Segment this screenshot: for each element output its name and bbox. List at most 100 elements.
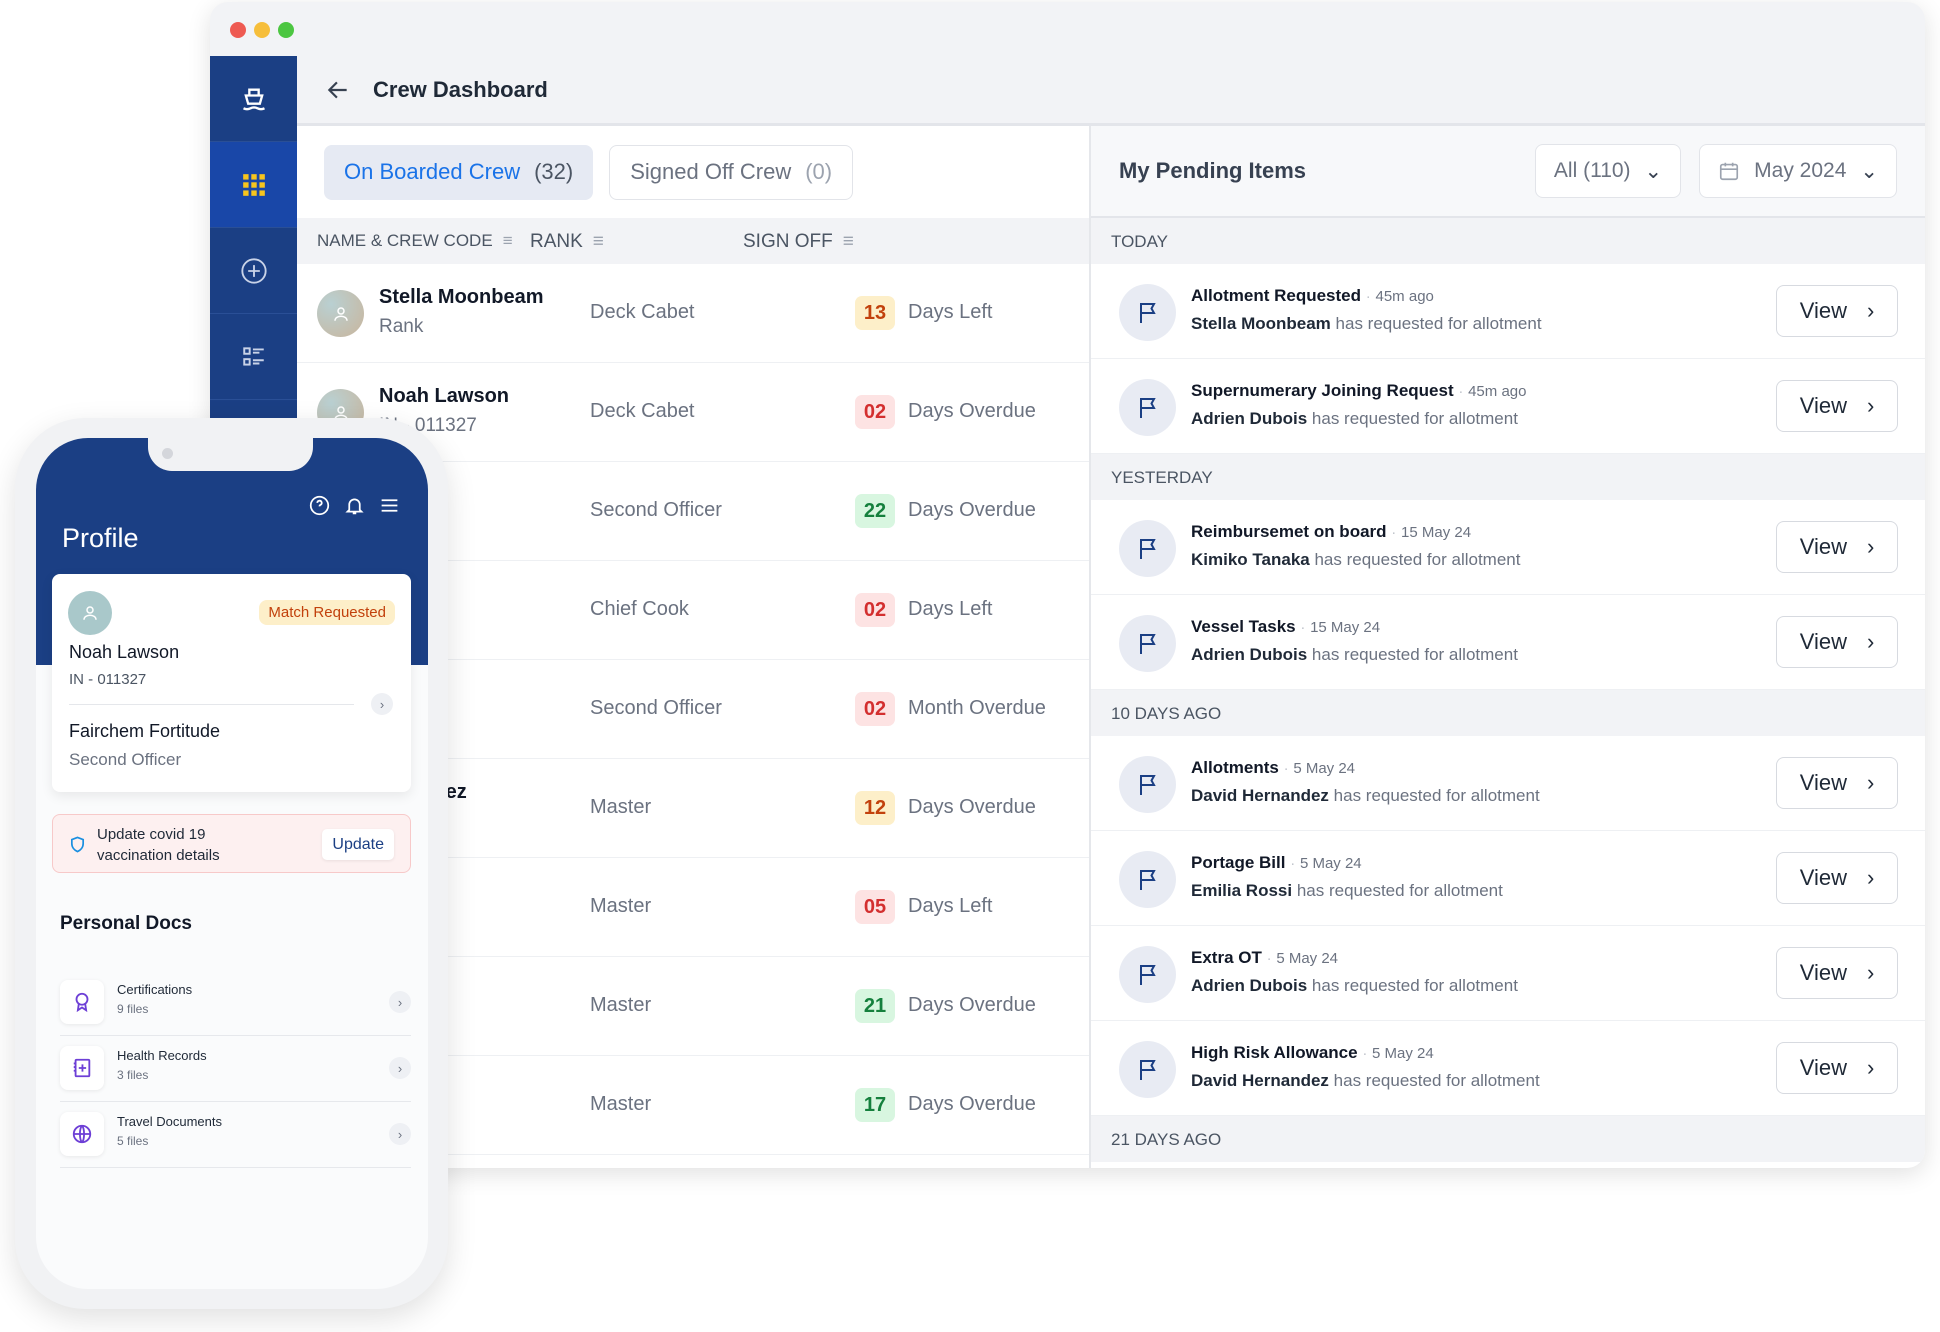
view-label: View bbox=[1799, 629, 1847, 654]
crew-rank: Deck Cabet bbox=[590, 400, 695, 422]
column-label: SIGN OFF bbox=[743, 231, 833, 252]
item-time: 5 May 24 bbox=[1299, 855, 1362, 872]
flag-icon bbox=[1119, 851, 1176, 908]
item-description: has requested for allotment bbox=[1333, 1071, 1540, 1090]
filter-icon[interactable]: ≡ bbox=[843, 231, 854, 253]
view-button[interactable]: View › bbox=[1776, 947, 1898, 999]
filter-dropdown[interactable]: All (110) ⌄ bbox=[1534, 144, 1682, 198]
item-time: 5 May 24 bbox=[1293, 760, 1356, 777]
chevron-right-icon[interactable]: › bbox=[389, 1123, 411, 1145]
sidebar-item-add[interactable] bbox=[210, 228, 297, 314]
chevron-right-icon[interactable]: › bbox=[371, 693, 393, 715]
tab-count: (0) bbox=[805, 159, 833, 184]
list-icon bbox=[242, 346, 264, 366]
app-window: Crew Dashboard On Boarded Crew (32) Signe… bbox=[210, 2, 1925, 1168]
item-description: has requested for allotment bbox=[1296, 881, 1503, 900]
item-time: 5 May 24 bbox=[1372, 1045, 1434, 1062]
column-header-name[interactable]: NAME & CREW CODE ≡ bbox=[317, 231, 513, 251]
flag-icon bbox=[1119, 284, 1176, 341]
sign-off-count-badge: 17 bbox=[855, 1088, 895, 1122]
help-icon[interactable] bbox=[309, 495, 330, 516]
item-time: 15 May 24 bbox=[1401, 524, 1472, 541]
close-window-button[interactable] bbox=[230, 22, 246, 38]
avatar bbox=[68, 591, 112, 635]
sidebar-item-vessel[interactable] bbox=[210, 56, 297, 142]
requester-name: Stella Moonbeam bbox=[1191, 314, 1331, 333]
view-button[interactable]: View › bbox=[1776, 285, 1898, 337]
covid-alert-banner: Update covid 19 vaccination details Updat… bbox=[52, 814, 411, 873]
item-title: Allotments bbox=[1191, 758, 1279, 777]
maximize-window-button[interactable] bbox=[278, 22, 294, 38]
item-description: has requested for allotment bbox=[1311, 976, 1518, 995]
sign-off-status: Days Left bbox=[908, 895, 993, 917]
sign-off-status: Days Overdue bbox=[908, 400, 1036, 422]
crew-rank: Second Officer bbox=[69, 750, 182, 769]
view-button[interactable]: View › bbox=[1776, 521, 1898, 573]
doc-item[interactable]: Certifications 9 files › bbox=[60, 970, 411, 1036]
column-header-rank[interactable]: RANK ≡ bbox=[530, 231, 604, 253]
column-label: NAME & CREW CODE bbox=[317, 231, 493, 250]
filter-icon[interactable]: ≡ bbox=[503, 231, 513, 251]
filter-icon[interactable]: ≡ bbox=[593, 231, 604, 253]
user-icon bbox=[83, 606, 97, 620]
chevron-right-icon[interactable]: › bbox=[389, 1057, 411, 1079]
item-description: has requested for allotment bbox=[1335, 314, 1542, 333]
view-label: View bbox=[1799, 534, 1847, 559]
crew-rank: Chief Cook bbox=[590, 598, 689, 620]
requester-name: Kimiko Tanaka bbox=[1191, 550, 1310, 569]
pending-items-panel: My Pending Items All (110) ⌄ May 2024 ⌄ TO… bbox=[1089, 126, 1925, 1168]
flag-icon bbox=[1119, 1041, 1176, 1098]
personal-docs-title: Personal Docs bbox=[60, 913, 192, 934]
ship-icon bbox=[242, 88, 265, 110]
pending-item: Allotments · 5 May 24 David Hernandez ha… bbox=[1091, 736, 1925, 831]
alert-text: Update covid 19 bbox=[97, 826, 206, 843]
view-button[interactable]: View › bbox=[1776, 757, 1898, 809]
sidebar-item-dashboard[interactable] bbox=[210, 142, 297, 228]
view-button[interactable]: View › bbox=[1776, 852, 1898, 904]
page-title: Crew Dashboard bbox=[373, 76, 548, 102]
bell-icon[interactable] bbox=[344, 495, 365, 516]
pending-item: High Risk Allowance · 5 May 24 David Her… bbox=[1091, 1021, 1925, 1116]
chevron-right-icon: › bbox=[1866, 629, 1875, 654]
view-label: View bbox=[1799, 865, 1847, 890]
view-button[interactable]: View › bbox=[1776, 380, 1898, 432]
chevron-right-icon[interactable]: › bbox=[389, 991, 411, 1013]
pending-item: Vessel Tasks · 15 May 24 Adrien Dubois h… bbox=[1091, 595, 1925, 690]
avatar bbox=[317, 290, 364, 337]
back-arrow-icon[interactable] bbox=[325, 77, 351, 103]
sign-off-count-badge: 02 bbox=[855, 593, 895, 627]
requester-name: Adrien Dubois bbox=[1191, 645, 1308, 664]
sign-off-count-badge: 02 bbox=[855, 692, 895, 726]
view-button[interactable]: View › bbox=[1776, 1042, 1898, 1094]
minimize-window-button[interactable] bbox=[254, 22, 270, 38]
table-header: NAME & CREW CODE ≡ RANK ≡ SIGN OFF ≡ bbox=[297, 218, 1089, 264]
section-header: 21 DAYS AGO bbox=[1091, 1116, 1925, 1162]
tab-signed-off-crew[interactable]: Signed Off Crew (0) bbox=[609, 144, 854, 200]
tab-on-boarded-crew[interactable]: On Boarded Crew (32) bbox=[324, 144, 594, 200]
sign-off-status: Month Overdue bbox=[908, 697, 1046, 719]
column-header-sign-off[interactable]: SIGN OFF ≡ bbox=[743, 231, 854, 253]
grid-icon bbox=[242, 173, 265, 196]
profile-card[interactable]: Match Requested Noah Lawson IN - 011327 … bbox=[52, 574, 411, 792]
crew-rank: Deck Cabet bbox=[590, 301, 695, 323]
plus-circle-icon bbox=[240, 257, 267, 284]
pending-item: Portage Bill · 5 May 24 Emilia Rossi has… bbox=[1091, 831, 1925, 926]
shield-icon bbox=[70, 836, 85, 853]
update-button[interactable]: Update bbox=[322, 829, 394, 860]
doc-item[interactable]: Travel Documents 5 files › bbox=[60, 1102, 411, 1168]
phone-notch bbox=[148, 438, 313, 471]
doc-item[interactable]: Health Records 3 files › bbox=[60, 1036, 411, 1102]
item-description: has requested for allotment bbox=[1311, 409, 1518, 428]
view-label: View bbox=[1799, 770, 1847, 795]
sign-off-status: Days Left bbox=[908, 301, 993, 323]
month-dropdown[interactable]: May 2024 ⌄ bbox=[1699, 144, 1897, 198]
sign-off-status: Days Overdue bbox=[908, 796, 1036, 818]
doc-files: 9 files bbox=[117, 1002, 149, 1016]
sidebar-item-list[interactable] bbox=[210, 314, 297, 400]
menu-icon[interactable] bbox=[379, 495, 400, 516]
view-button[interactable]: View › bbox=[1776, 616, 1898, 668]
table-row[interactable]: Stella Moonbeam Rank Deck Cabet 13 Days … bbox=[297, 264, 1089, 363]
section-header: 10 DAYS AGO bbox=[1091, 690, 1925, 736]
view-label: View bbox=[1799, 393, 1847, 418]
chevron-right-icon: › bbox=[1866, 960, 1875, 985]
